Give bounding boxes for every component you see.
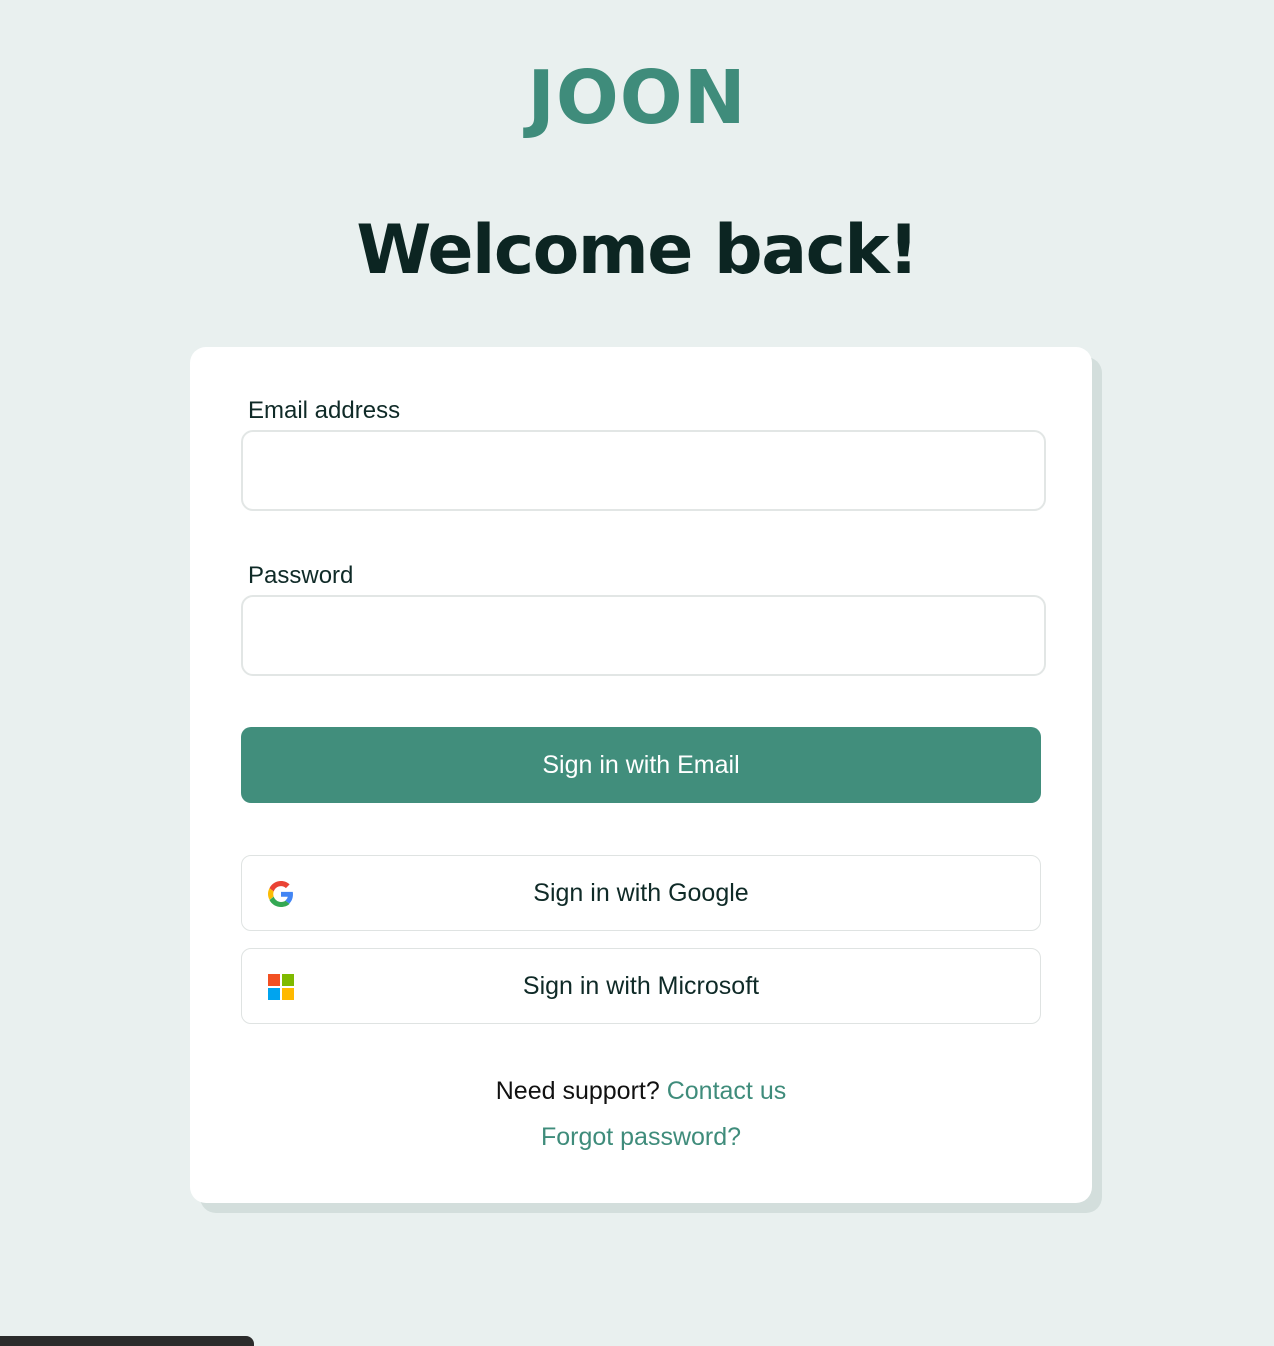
forgot-password-row: Forgot password? [190,1121,1092,1153]
contact-us-link[interactable]: Contact us [667,1077,787,1105]
email-label: Email address [248,397,401,424]
joon-logo: JOON [527,55,747,141]
forgot-password-link[interactable]: Forgot password? [541,1123,741,1151]
microsoft-button-label: Sign in with Microsoft [522,972,760,1000]
sign-in-card: Email address Password Sign in with Emai… [190,347,1092,1203]
support-line: Need support? Contact us [190,1075,1092,1107]
password-field[interactable] [241,595,1046,676]
sign-in-microsoft-button[interactable]: Sign in with Microsoft [241,948,1041,1024]
bottom-overlay-bar [0,1336,254,1346]
google-button-label: Sign in with Google [533,879,749,907]
sign-in-email-button[interactable]: Sign in with Email [241,727,1041,803]
support-text: Need support? [495,1077,660,1105]
email-field[interactable] [241,430,1046,511]
password-label: Password [248,562,354,589]
page-title: Welcome back! [356,211,919,290]
sign-in-google-button[interactable]: Sign in with Google [241,855,1041,931]
